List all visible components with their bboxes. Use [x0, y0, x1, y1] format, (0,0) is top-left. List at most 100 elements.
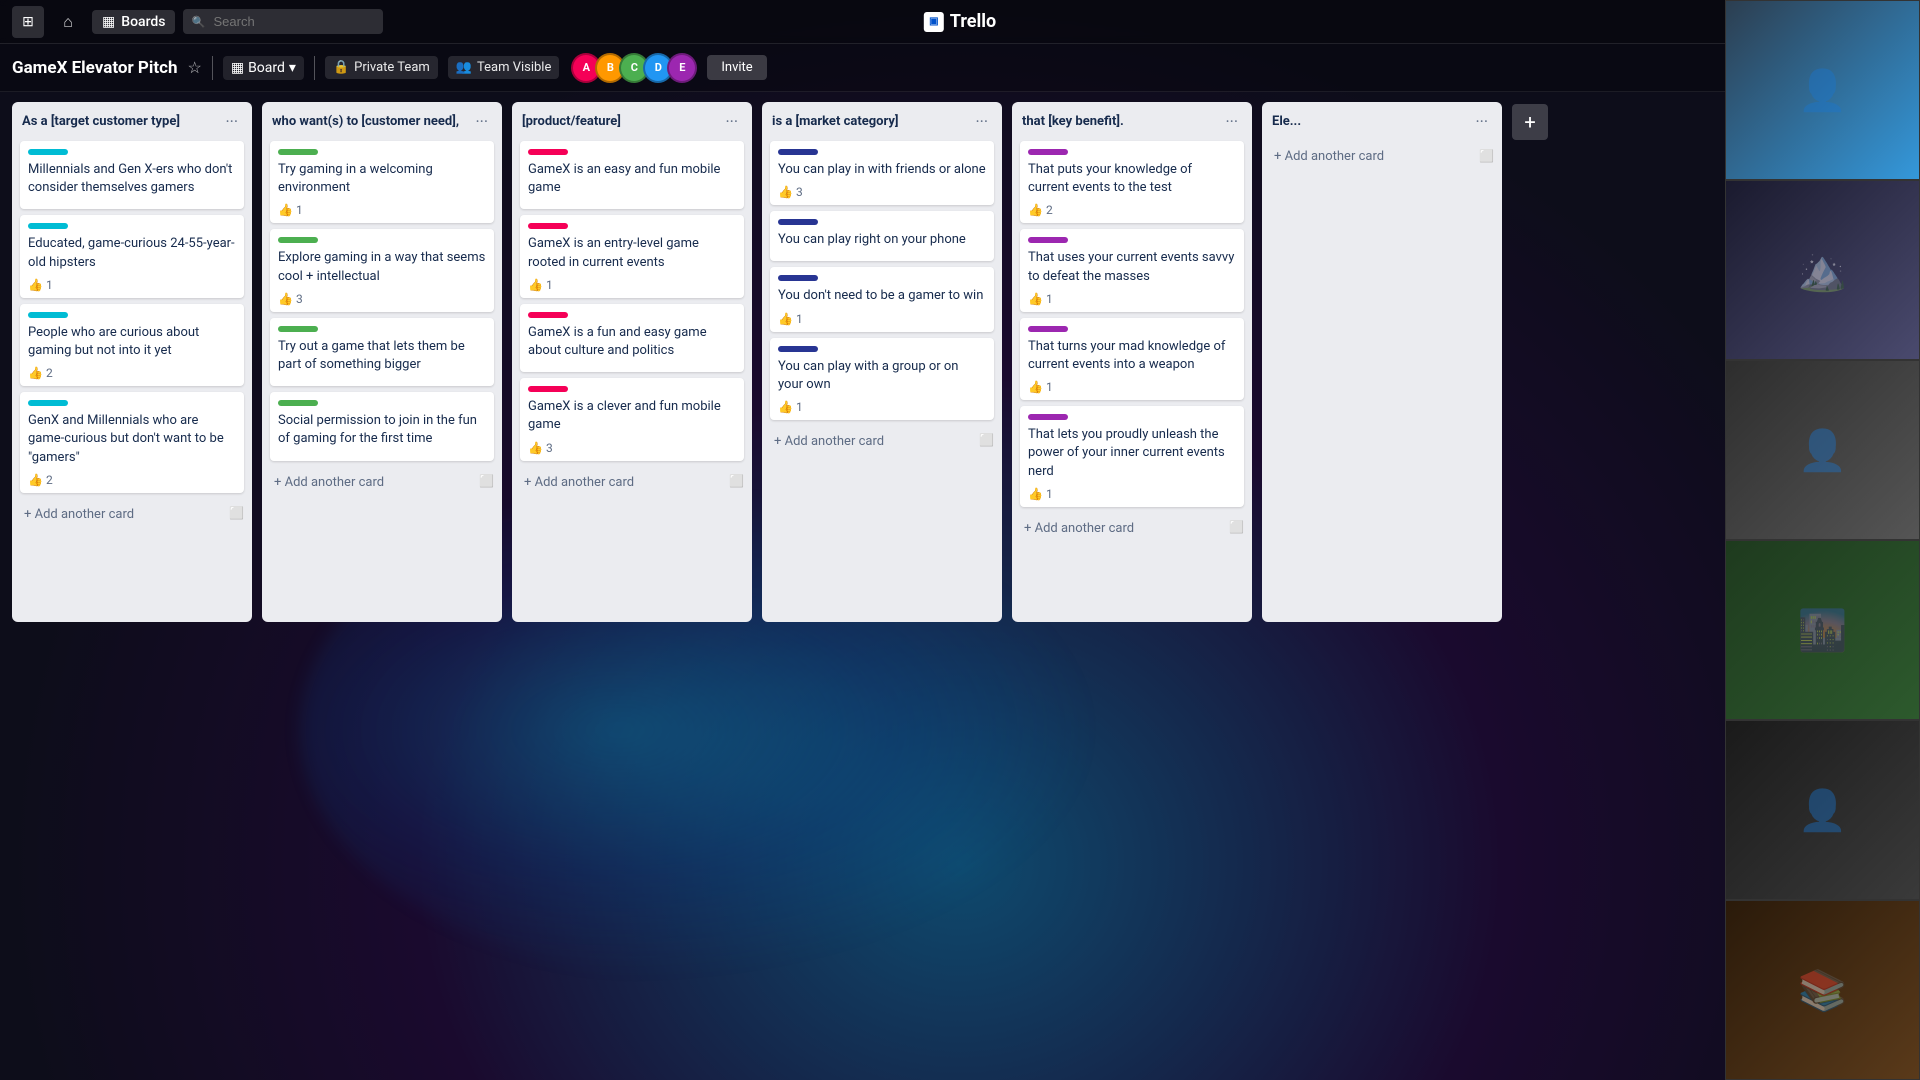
team-visible-button[interactable]: 👥 Team Visible: [448, 56, 560, 79]
private-team-button[interactable]: 🔒 Private Team: [325, 56, 438, 79]
column-menu-col3[interactable]: ···: [721, 110, 742, 133]
card-col4-1[interactable]: You can play right on your phone: [770, 211, 994, 261]
card-label-col5-1: [1028, 237, 1068, 243]
card-col1-2[interactable]: People who are curious about gaming but …: [20, 304, 244, 386]
column-menu-col4[interactable]: ···: [971, 110, 992, 133]
card-col5-1[interactable]: That uses your current events savvy to d…: [1020, 229, 1244, 311]
board-view-button[interactable]: ▦ Board ▾: [223, 56, 304, 80]
card-col2-1[interactable]: Explore gaming in a way that seems cool …: [270, 229, 494, 311]
vote-icon: 👍: [28, 366, 43, 380]
vote-count: 1: [796, 400, 803, 414]
card-vote-col5-2: 👍 1: [1028, 380, 1053, 394]
card-text-col1-3: GenX and Millennials who are game-curiou…: [28, 412, 236, 467]
card-col1-1[interactable]: Educated, game-curious 24-55-year-old hi…: [20, 215, 244, 297]
card-vote-col2-1: 👍 3: [278, 292, 303, 306]
column-header-col5: that [key benefit].···: [1020, 110, 1244, 133]
column-col2: who want(s) to [customer need],···Try ga…: [262, 102, 502, 622]
card-col5-0[interactable]: That puts your knowledge of current even…: [1020, 141, 1244, 223]
column-menu-col1[interactable]: ···: [221, 110, 242, 133]
column-menu-col2[interactable]: ···: [471, 110, 492, 133]
card-label-col2-3: [278, 400, 318, 406]
add-card-button-col6[interactable]: + Add another card: [1270, 143, 1388, 170]
boards-label: Boards: [121, 14, 165, 30]
card-template-button-col3[interactable]: ⬜: [729, 474, 744, 488]
card-footer-col1-1: 👍 1: [28, 278, 236, 292]
card-text-col2-1: Explore gaming in a way that seems cool …: [278, 249, 486, 285]
card-col4-3[interactable]: You can play with a group or on your own…: [770, 338, 994, 420]
card-template-button-col6[interactable]: ⬜: [1479, 149, 1494, 163]
vote-icon: 👍: [28, 473, 43, 487]
home-button[interactable]: ⌂: [52, 6, 84, 38]
card-footer-col5-1: 👍 1: [1028, 292, 1236, 306]
add-card-button-col3[interactable]: + Add another card: [520, 469, 638, 496]
lock-icon: 🔒: [333, 60, 349, 75]
card-col1-0[interactable]: Millennials and Gen X-ers who don't cons…: [20, 141, 244, 209]
vote-icon: 👍: [778, 400, 793, 414]
card-template-button-col2[interactable]: ⬜: [479, 474, 494, 488]
card-template-button-col5[interactable]: ⬜: [1229, 520, 1244, 534]
app-grid-button[interactable]: ⊞: [12, 6, 44, 38]
card-col5-3[interactable]: That lets you proudly unleash the power …: [1020, 406, 1244, 507]
card-col1-3[interactable]: GenX and Millennials who are game-curiou…: [20, 392, 244, 493]
star-button[interactable]: ☆: [188, 58, 202, 77]
boards-icon: ▦: [102, 14, 115, 30]
card-col4-2[interactable]: You don't need to be a gamer to win👍 1: [770, 267, 994, 331]
card-col4-0[interactable]: You can play in with friends or alone👍 3: [770, 141, 994, 205]
add-column-button[interactable]: +: [1512, 104, 1548, 140]
add-card-button-col1[interactable]: + Add another card: [20, 501, 138, 528]
team-visible-label: Team Visible: [477, 60, 551, 75]
video-tile-1[interactable]: 👤: [1725, 0, 1920, 180]
card-col3-2[interactable]: GameX is a fun and easy game about cultu…: [520, 304, 744, 372]
card-col2-3[interactable]: Social permission to join in the fun of …: [270, 392, 494, 460]
column-menu-col6[interactable]: ···: [1471, 110, 1492, 133]
card-text-col3-3: GameX is a clever and fun mobile game: [528, 398, 736, 434]
column-title-col6: Ele...: [1272, 114, 1471, 129]
vote-count: 2: [46, 473, 53, 487]
card-col2-0[interactable]: Try gaming in a welcoming environment👍 1: [270, 141, 494, 223]
vote-count: 2: [1046, 203, 1053, 217]
card-vote-col3-1: 👍 1: [528, 278, 553, 292]
card-label-col4-3: [778, 346, 818, 352]
card-vote-col1-3: 👍 2: [28, 473, 53, 487]
board-btn-chevron: ▾: [289, 60, 296, 76]
add-card-row-col4: + Add another card ⬜: [770, 426, 994, 455]
video-tile-3[interactable]: 👤: [1725, 360, 1920, 540]
card-text-col1-0: Millennials and Gen X-ers who don't cons…: [28, 161, 236, 197]
person-silhouette-4: 🌆: [1798, 607, 1848, 654]
add-card-row-col1: + Add another card ⬜: [20, 499, 244, 528]
add-card-button-col5[interactable]: + Add another card: [1020, 515, 1138, 542]
boards-button[interactable]: ▦ Boards: [92, 10, 175, 34]
card-col3-3[interactable]: GameX is a clever and fun mobile game👍 3: [520, 378, 744, 460]
search-input[interactable]: [183, 9, 383, 34]
card-template-button-col1[interactable]: ⬜: [229, 506, 244, 520]
vote-count: 2: [46, 366, 53, 380]
member-avatar-5[interactable]: E: [667, 53, 697, 83]
add-card-button-col2[interactable]: + Add another card: [270, 469, 388, 496]
board-header: GameX Elevator Pitch ☆ ▦ Board ▾ 🔒 Priva…: [0, 44, 1920, 92]
video-tile-6[interactable]: 📚: [1725, 900, 1920, 1080]
video-tile-4[interactable]: 🌆: [1725, 540, 1920, 720]
card-col3-1[interactable]: GameX is an entry-level game rooted in c…: [520, 215, 744, 297]
vote-count: 3: [546, 441, 553, 455]
card-col3-0[interactable]: GameX is an easy and fun mobile game: [520, 141, 744, 209]
column-title-col4: is a [market category]: [772, 114, 971, 129]
vote-count: 3: [296, 292, 303, 306]
video-tile-2[interactable]: 🏔️: [1725, 180, 1920, 360]
card-label-col3-1: [528, 223, 568, 229]
video-panel: 👤🏔️👤🌆👤📚: [1725, 0, 1920, 1080]
vote-icon: 👍: [278, 203, 293, 217]
invite-button[interactable]: Invite: [707, 55, 766, 80]
add-card-row-col2: + Add another card ⬜: [270, 467, 494, 496]
private-team-label: Private Team: [354, 60, 430, 75]
board-title: GameX Elevator Pitch: [12, 58, 178, 78]
column-menu-col5[interactable]: ···: [1221, 110, 1242, 133]
vote-count: 3: [796, 185, 803, 199]
card-template-button-col4[interactable]: ⬜: [979, 433, 994, 447]
card-col2-2[interactable]: Try out a game that lets them be part of…: [270, 318, 494, 386]
add-card-button-col4[interactable]: + Add another card: [770, 428, 888, 455]
card-label-col2-2: [278, 326, 318, 332]
board-content: As a [target customer type]···Millennial…: [0, 92, 1920, 740]
card-col5-2[interactable]: That turns your mad knowledge of current…: [1020, 318, 1244, 400]
video-tile-5[interactable]: 👤: [1725, 720, 1920, 900]
card-vote-col5-3: 👍 1: [1028, 487, 1053, 501]
